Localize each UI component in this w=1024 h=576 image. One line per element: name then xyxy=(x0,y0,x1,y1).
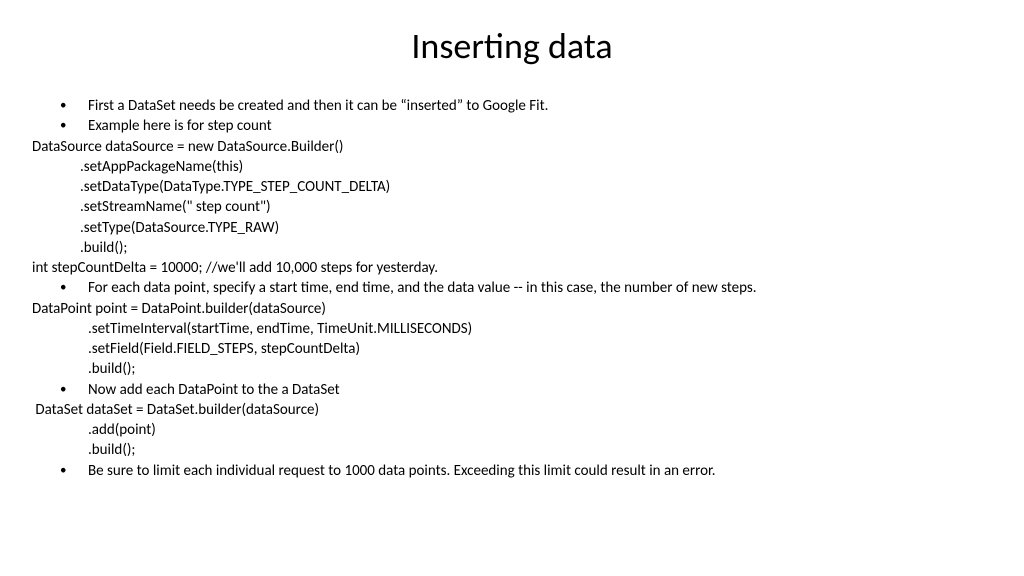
bullet-text: Now add each DataPoint to the a DataSet xyxy=(88,380,992,400)
bullet-item: • Now add each DataPoint to the a DataSe… xyxy=(32,380,992,400)
bullet-item: • Be sure to limit each individual reque… xyxy=(32,461,992,481)
code-line: .setStreamName(" step count") xyxy=(32,197,992,217)
code-line: .setTimeInterval(startTime, endTime, Tim… xyxy=(32,319,992,339)
bullet-marker: • xyxy=(60,461,88,481)
bullet-marker: • xyxy=(60,96,88,116)
slide-title: Inserting data xyxy=(32,24,992,68)
code-line: .setDataType(DataType.TYPE_STEP_COUNT_DE… xyxy=(32,177,992,197)
bullet-text: Example here is for step count xyxy=(88,116,992,136)
code-line: DataSet dataSet = DataSet.builder(dataSo… xyxy=(32,400,992,420)
slide-content: • First a DataSet needs be created and t… xyxy=(32,96,992,481)
code-line: DataPoint point = DataPoint.builder(data… xyxy=(32,299,992,319)
code-line: .setField(Field.FIELD_STEPS, stepCountDe… xyxy=(32,339,992,359)
bullet-text: Be sure to limit each individual request… xyxy=(88,461,992,481)
bullet-marker: • xyxy=(60,380,88,400)
code-line: .build(); xyxy=(32,359,992,379)
bullet-text: First a DataSet needs be created and the… xyxy=(88,96,992,116)
code-line: .setAppPackageName(this) xyxy=(32,157,992,177)
bullet-item: • Example here is for step count xyxy=(32,116,992,136)
bullet-item: • For each data point, specify a start t… xyxy=(32,278,992,298)
bullet-item: • First a DataSet needs be created and t… xyxy=(32,96,992,116)
code-line: .setType(DataSource.TYPE_RAW) xyxy=(32,218,992,238)
code-line: DataSource dataSource = new DataSource.B… xyxy=(32,137,992,157)
bullet-text: For each data point, specify a start tim… xyxy=(88,278,992,298)
code-line: int stepCountDelta = 10000; //we'll add … xyxy=(32,258,992,278)
bullet-marker: • xyxy=(60,278,88,298)
code-line: .build(); xyxy=(32,440,992,460)
bullet-marker: • xyxy=(60,116,88,136)
code-line: .build(); xyxy=(32,238,992,258)
code-line: .add(point) xyxy=(32,420,992,440)
